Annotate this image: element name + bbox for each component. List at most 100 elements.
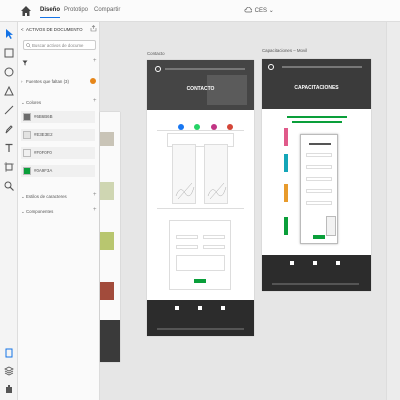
- document-name-dropdown[interactable]: CES ⌄: [244, 7, 274, 14]
- chevron-down-icon[interactable]: ⌄: [21, 209, 25, 215]
- category-bar: [284, 217, 288, 235]
- card-thumbnail: [326, 216, 336, 236]
- pen-tool-icon[interactable]: [3, 123, 15, 135]
- warning-icon: [90, 78, 96, 84]
- category-bar: [284, 154, 288, 172]
- form-field[interactable]: [203, 245, 225, 249]
- map-sketch-icon: [175, 182, 195, 200]
- color-swatch: [23, 113, 31, 121]
- contact-card: [204, 144, 228, 204]
- hero-banner: CAPACITACIONES: [262, 59, 371, 109]
- artboard-title[interactable]: Capacitaciones – Movil: [262, 48, 307, 53]
- logo-icon: [155, 66, 161, 72]
- form-field[interactable]: [306, 201, 332, 205]
- add-character-style-button[interactable]: +: [93, 192, 97, 198]
- tab-design[interactable]: Diseño: [40, 7, 61, 18]
- artboard-contacto[interactable]: CONTACTO: [147, 60, 254, 336]
- footer-icon: [198, 306, 202, 310]
- footer-icon: [313, 261, 317, 265]
- artboard-capacitaciones-movil[interactable]: CAPACITACIONES: [262, 59, 371, 291]
- category-bar: [284, 184, 288, 202]
- plugins-icon[interactable]: [3, 383, 15, 395]
- modal-title: [309, 143, 331, 145]
- add-color-button[interactable]: +: [93, 98, 97, 104]
- assets-panel: < ACTIVOS DE DOCUMENTO Buscar activos de…: [18, 22, 100, 400]
- footer-icon: [290, 261, 294, 265]
- thumbnail-image: [100, 232, 114, 250]
- missing-fonts-section[interactable]: Fuentes que faltan (3): [26, 79, 69, 84]
- chevron-right-icon[interactable]: ›: [21, 79, 23, 84]
- section-heading: [292, 121, 342, 123]
- components-section[interactable]: Componentes: [26, 209, 53, 214]
- color-hex-label: #F0F0F0: [34, 150, 52, 155]
- footer-icon: [175, 306, 179, 310]
- form-message-field[interactable]: [176, 255, 225, 271]
- search-icon: [26, 43, 31, 48]
- artboard-tool-icon[interactable]: [3, 161, 15, 173]
- form-field[interactable]: [306, 165, 332, 169]
- property-inspector-collapsed[interactable]: [386, 22, 400, 400]
- map-sketch-icon: [207, 182, 227, 200]
- footer-icon: [221, 306, 225, 310]
- line-tool-icon[interactable]: [3, 104, 15, 116]
- hero-banner: CONTACTO: [147, 60, 254, 110]
- artboard-title[interactable]: Contacto: [147, 51, 165, 56]
- color-asset-row[interactable]: #0A9F3A: [21, 165, 95, 177]
- add-component-button[interactable]: +: [93, 207, 97, 213]
- color-hex-label: #6B6B6B: [34, 114, 53, 119]
- text-tool-icon[interactable]: [3, 142, 15, 154]
- cloud-icon: [244, 7, 253, 13]
- submit-button[interactable]: [194, 279, 206, 283]
- chevron-down-icon: ⌄: [268, 8, 274, 14]
- search-assets-input[interactable]: Buscar activos de docume: [23, 40, 96, 50]
- color-asset-row[interactable]: #F0F0F0: [21, 147, 95, 159]
- ellipse-tool-icon[interactable]: [3, 66, 15, 78]
- share-icon[interactable]: [90, 25, 97, 32]
- footer-block: [100, 320, 120, 362]
- layers-icon[interactable]: [3, 365, 15, 377]
- document-name: CES: [254, 8, 268, 14]
- filter-icon[interactable]: [22, 60, 28, 66]
- form-field[interactable]: [306, 189, 332, 193]
- nav-menu: [165, 68, 245, 70]
- submit-button[interactable]: [313, 235, 325, 239]
- zoom-tool-icon[interactable]: [3, 180, 15, 192]
- color-asset-row[interactable]: #E3E3E2: [21, 129, 95, 141]
- chevron-down-icon[interactable]: ⌄: [21, 100, 25, 106]
- nav-menu: [282, 66, 362, 68]
- form-field[interactable]: [203, 235, 225, 239]
- color-swatch: [23, 167, 31, 175]
- character-styles-section[interactable]: Estilos de caracteres: [26, 194, 67, 199]
- form-field[interactable]: [306, 177, 332, 181]
- contact-form: [169, 220, 231, 290]
- form-field[interactable]: [306, 153, 332, 157]
- rectangle-tool-icon[interactable]: [3, 47, 15, 59]
- tool-strip: [0, 22, 18, 400]
- chevron-down-icon[interactable]: ⌄: [21, 194, 25, 200]
- add-asset-button[interactable]: +: [93, 58, 97, 64]
- hero-title: CONTACTO: [186, 86, 215, 92]
- color-asset-row[interactable]: #6B6B6B: [21, 111, 95, 123]
- contact-card: [172, 144, 196, 204]
- assets-panel-icon[interactable]: [3, 347, 15, 359]
- section-heading: [287, 116, 347, 118]
- form-field[interactable]: [176, 235, 198, 239]
- thumbnail-image: [100, 132, 114, 146]
- polygon-tool-icon[interactable]: [3, 85, 15, 97]
- form-field[interactable]: [176, 245, 198, 249]
- back-chevron-icon[interactable]: <: [21, 27, 24, 32]
- colors-section[interactable]: Colores: [26, 100, 41, 105]
- select-arrow-icon[interactable]: [3, 28, 15, 40]
- color-swatch: [23, 131, 31, 139]
- tab-share[interactable]: Compartir: [94, 7, 120, 13]
- divider: [157, 130, 244, 131]
- color-swatch: [23, 149, 31, 157]
- footer: [147, 300, 254, 336]
- assets-panel-header: ACTIVOS DE DOCUMENTO: [26, 27, 83, 32]
- home-icon[interactable]: [20, 5, 32, 17]
- hero-title: CAPACITACIONES: [294, 85, 339, 91]
- divider: [157, 208, 244, 209]
- tab-prototype[interactable]: Prototipo: [64, 7, 88, 13]
- footer-icon: [336, 261, 340, 265]
- artboard-partial[interactable]: [100, 112, 120, 362]
